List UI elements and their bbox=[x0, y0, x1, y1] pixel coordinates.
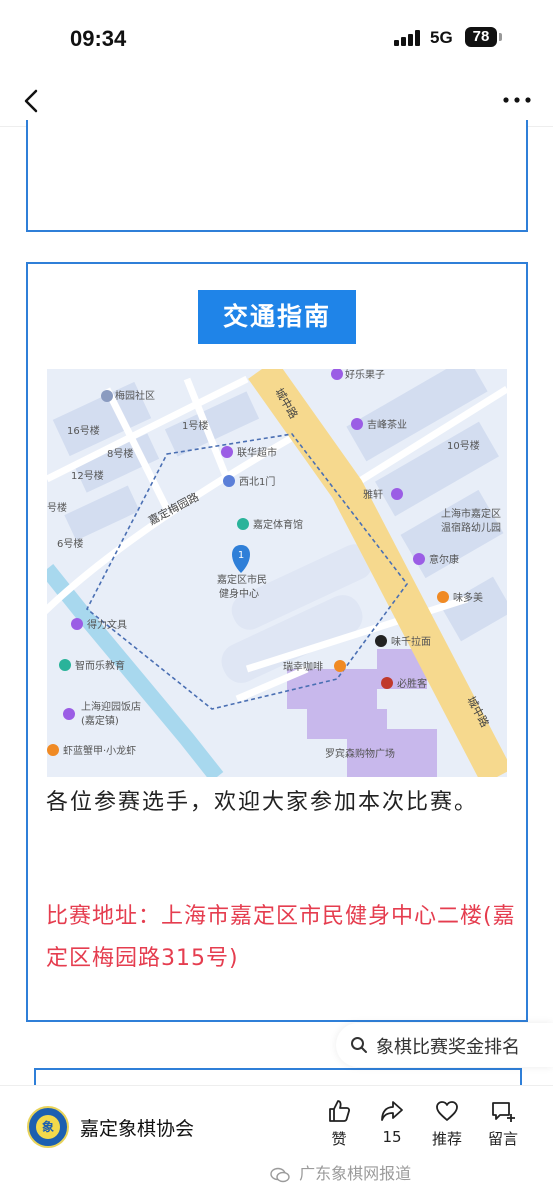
comment-label: 留言 bbox=[487, 1130, 518, 1148]
search-suggestion-text: 象棋比赛奖金排名 bbox=[376, 1037, 520, 1058]
pin-number: 1 bbox=[238, 550, 244, 561]
map-label: 10号楼 bbox=[447, 439, 480, 452]
address-text: 比赛地址：上海市嘉定区市民健身中心二楼(嘉定区梅园路315号) bbox=[46, 904, 516, 971]
map-label: 必胜客 bbox=[397, 677, 427, 690]
comment-button[interactable]: 留言 bbox=[478, 1098, 528, 1149]
map-label: 虾蓝蟹甲·小龙虾 bbox=[63, 744, 136, 757]
account-avatar[interactable]: 象 bbox=[27, 1106, 69, 1148]
share-icon bbox=[381, 1101, 403, 1121]
map-label: 温宿路幼儿园 bbox=[441, 521, 501, 534]
logo-char: 象 bbox=[36, 1115, 60, 1139]
map-label: 罗宾森购物广场 bbox=[325, 747, 395, 760]
map-label: 16号楼 bbox=[67, 424, 100, 437]
location-map[interactable]: 1 梅园社区 好乐果子 16号楼 1号楼 8号楼 12号楼 10号楼 6号楼 号… bbox=[47, 369, 507, 777]
status-bar: 09:34 5G 78 bbox=[0, 0, 553, 76]
map-label: 雅轩 bbox=[363, 488, 383, 501]
map-label: 6号楼 bbox=[57, 537, 83, 550]
watermark: 广东象棋网报道 bbox=[270, 1160, 411, 1184]
map-label: (嘉定镇) bbox=[81, 714, 119, 727]
share-button[interactable]: 15 bbox=[367, 1098, 417, 1146]
map-label: 吉峰茶业 bbox=[367, 418, 407, 431]
signal-icon bbox=[394, 30, 420, 46]
map-label: 嘉定区市民 bbox=[217, 573, 267, 586]
map-label: 上海市嘉定区 bbox=[441, 507, 501, 520]
map-label: 健身中心 bbox=[219, 587, 259, 600]
map-label: 联华超市 bbox=[237, 446, 277, 459]
map-label: 智而乐教育 bbox=[75, 659, 125, 672]
map-label: 味多美 bbox=[453, 591, 483, 604]
map-label: 嘉定体育馆 bbox=[253, 518, 303, 531]
search-suggestion[interactable]: 象棋比赛奖金排名 bbox=[336, 1023, 553, 1067]
map-label: 好乐果子 bbox=[345, 369, 385, 381]
map-label: 西北1门 bbox=[239, 475, 275, 488]
wechat-icon bbox=[270, 1167, 290, 1182]
map-label: 8号楼 bbox=[107, 447, 133, 460]
share-count: 15 bbox=[382, 1128, 402, 1146]
section-heading: 交通指南 bbox=[198, 290, 356, 344]
map-label: 瑞幸咖啡 bbox=[283, 661, 323, 673]
intro-text: 各位参赛选手，欢迎大家参加本次比赛。 bbox=[46, 790, 479, 815]
watermark-text: 广东象棋网报道 bbox=[299, 1164, 412, 1183]
comment-icon bbox=[492, 1102, 515, 1122]
map-label: 上海迎园饭店 bbox=[81, 700, 141, 713]
search-icon bbox=[351, 1037, 367, 1053]
battery-icon: 78 bbox=[465, 27, 497, 47]
map-label: 1号楼 bbox=[182, 419, 208, 432]
map-label: 味千拉面 bbox=[391, 635, 431, 648]
map-label: 号楼 bbox=[47, 501, 67, 514]
status-time: 09:34 bbox=[70, 26, 127, 51]
network-type: 5G bbox=[430, 28, 453, 47]
more-options-icon[interactable] bbox=[500, 88, 534, 112]
heart-icon bbox=[436, 1101, 458, 1121]
map-label: 梅园社区 bbox=[115, 389, 155, 402]
recommend-button[interactable]: 推荐 bbox=[422, 1098, 472, 1149]
map-label: 12号楼 bbox=[71, 469, 104, 482]
recommend-label: 推荐 bbox=[431, 1130, 462, 1148]
previous-card bbox=[26, 120, 528, 232]
like-label: 赞 bbox=[331, 1130, 347, 1148]
like-button[interactable]: 赞 bbox=[314, 1098, 364, 1149]
thumbs-up-icon bbox=[329, 1100, 351, 1122]
battery-tip bbox=[499, 33, 502, 41]
account-name[interactable]: 嘉定象棋协会 bbox=[80, 1114, 194, 1141]
map-label: 意尔康 bbox=[429, 553, 459, 566]
back-icon[interactable] bbox=[18, 86, 48, 116]
map-label: 得力文具 bbox=[87, 618, 127, 631]
